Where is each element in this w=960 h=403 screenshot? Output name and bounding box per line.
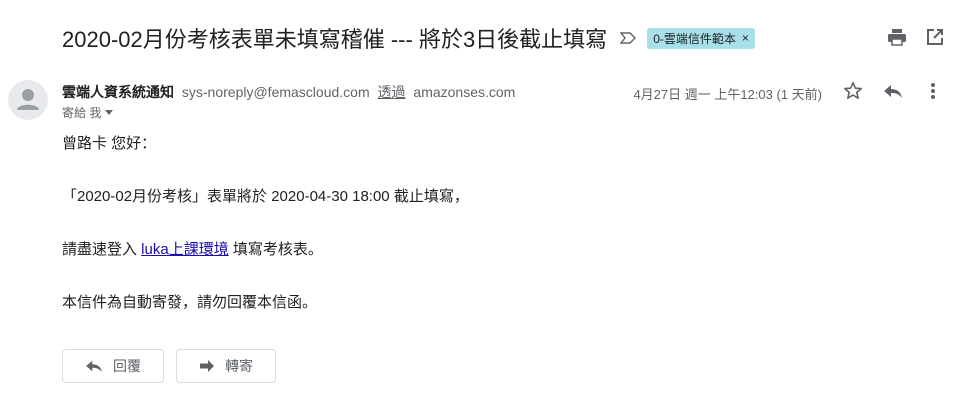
sender-row: 雲端人資系統通知 sys-noreply@femascloud.com 透過 a… bbox=[62, 82, 515, 102]
via-link[interactable]: 透過 bbox=[378, 84, 406, 100]
label-chip-text: 0-雲端信件範本 bbox=[653, 31, 736, 46]
body-line-auto: 本信件為自動寄發，請勿回覆本信函。 bbox=[62, 294, 318, 311]
greeting: 曾路卡 您好： bbox=[62, 135, 157, 152]
subject-row: 2020-02月份考核表單未填寫稽催 --- 將於3日後截止填寫 0-雲端信件範… bbox=[62, 20, 940, 56]
reply-icon bbox=[86, 360, 102, 373]
email-body: 曾路卡 您好： 「2020-02月份考核」表單將於 2020-04-30 18:… bbox=[62, 134, 862, 346]
via-domain: amazonses.com bbox=[413, 84, 516, 100]
bottom-buttons: 回覆 轉寄 bbox=[62, 349, 276, 383]
open-in-new-window-icon[interactable] bbox=[924, 26, 946, 48]
reply-button[interactable]: 回覆 bbox=[62, 349, 164, 383]
body-line-login: 請盡速登入 luka上課環境 填寫考核表。 bbox=[62, 240, 862, 260]
message-actions bbox=[842, 80, 944, 102]
email-subject: 2020-02月份考核表單未填寫稽催 --- 將於3日後截止填寫 bbox=[62, 27, 608, 52]
forward-button[interactable]: 轉寄 bbox=[176, 349, 276, 383]
more-vertical-icon[interactable] bbox=[922, 80, 944, 102]
sender-name[interactable]: 雲端人資系統通知 bbox=[62, 84, 174, 100]
recipient-row[interactable]: 寄給 我 bbox=[62, 104, 114, 121]
importance-arrow-icon[interactable] bbox=[619, 29, 637, 47]
caret-down-icon[interactable] bbox=[105, 109, 114, 116]
reply-icon[interactable] bbox=[882, 80, 904, 102]
login-suffix: 填寫考核表。 bbox=[228, 241, 323, 258]
forward-icon bbox=[200, 360, 214, 372]
sender-address: sys-noreply@femascloud.com bbox=[181, 84, 370, 100]
print-icon[interactable] bbox=[886, 26, 908, 48]
star-icon[interactable] bbox=[842, 80, 864, 102]
forward-button-label: 轉寄 bbox=[225, 358, 253, 374]
recipient-text: 寄給 我 bbox=[62, 106, 102, 120]
person-icon bbox=[17, 89, 39, 110]
label-remove-icon[interactable]: × bbox=[742, 31, 749, 45]
email-date: 4月27日 週一 上午12:03 (1 天前) bbox=[633, 87, 822, 102]
reply-button-label: 回覆 bbox=[113, 358, 141, 374]
sender-avatar bbox=[8, 80, 48, 120]
body-line-deadline: 「2020-02月份考核」表單將於 2020-04-30 18:00 截止填寫， bbox=[62, 188, 469, 205]
label-chip[interactable]: 0-雲端信件範本 × bbox=[647, 27, 755, 49]
login-link[interactable]: luka上課環境 bbox=[141, 241, 229, 258]
top-actions bbox=[886, 26, 946, 48]
login-prefix: 請盡速登入 bbox=[62, 241, 142, 258]
